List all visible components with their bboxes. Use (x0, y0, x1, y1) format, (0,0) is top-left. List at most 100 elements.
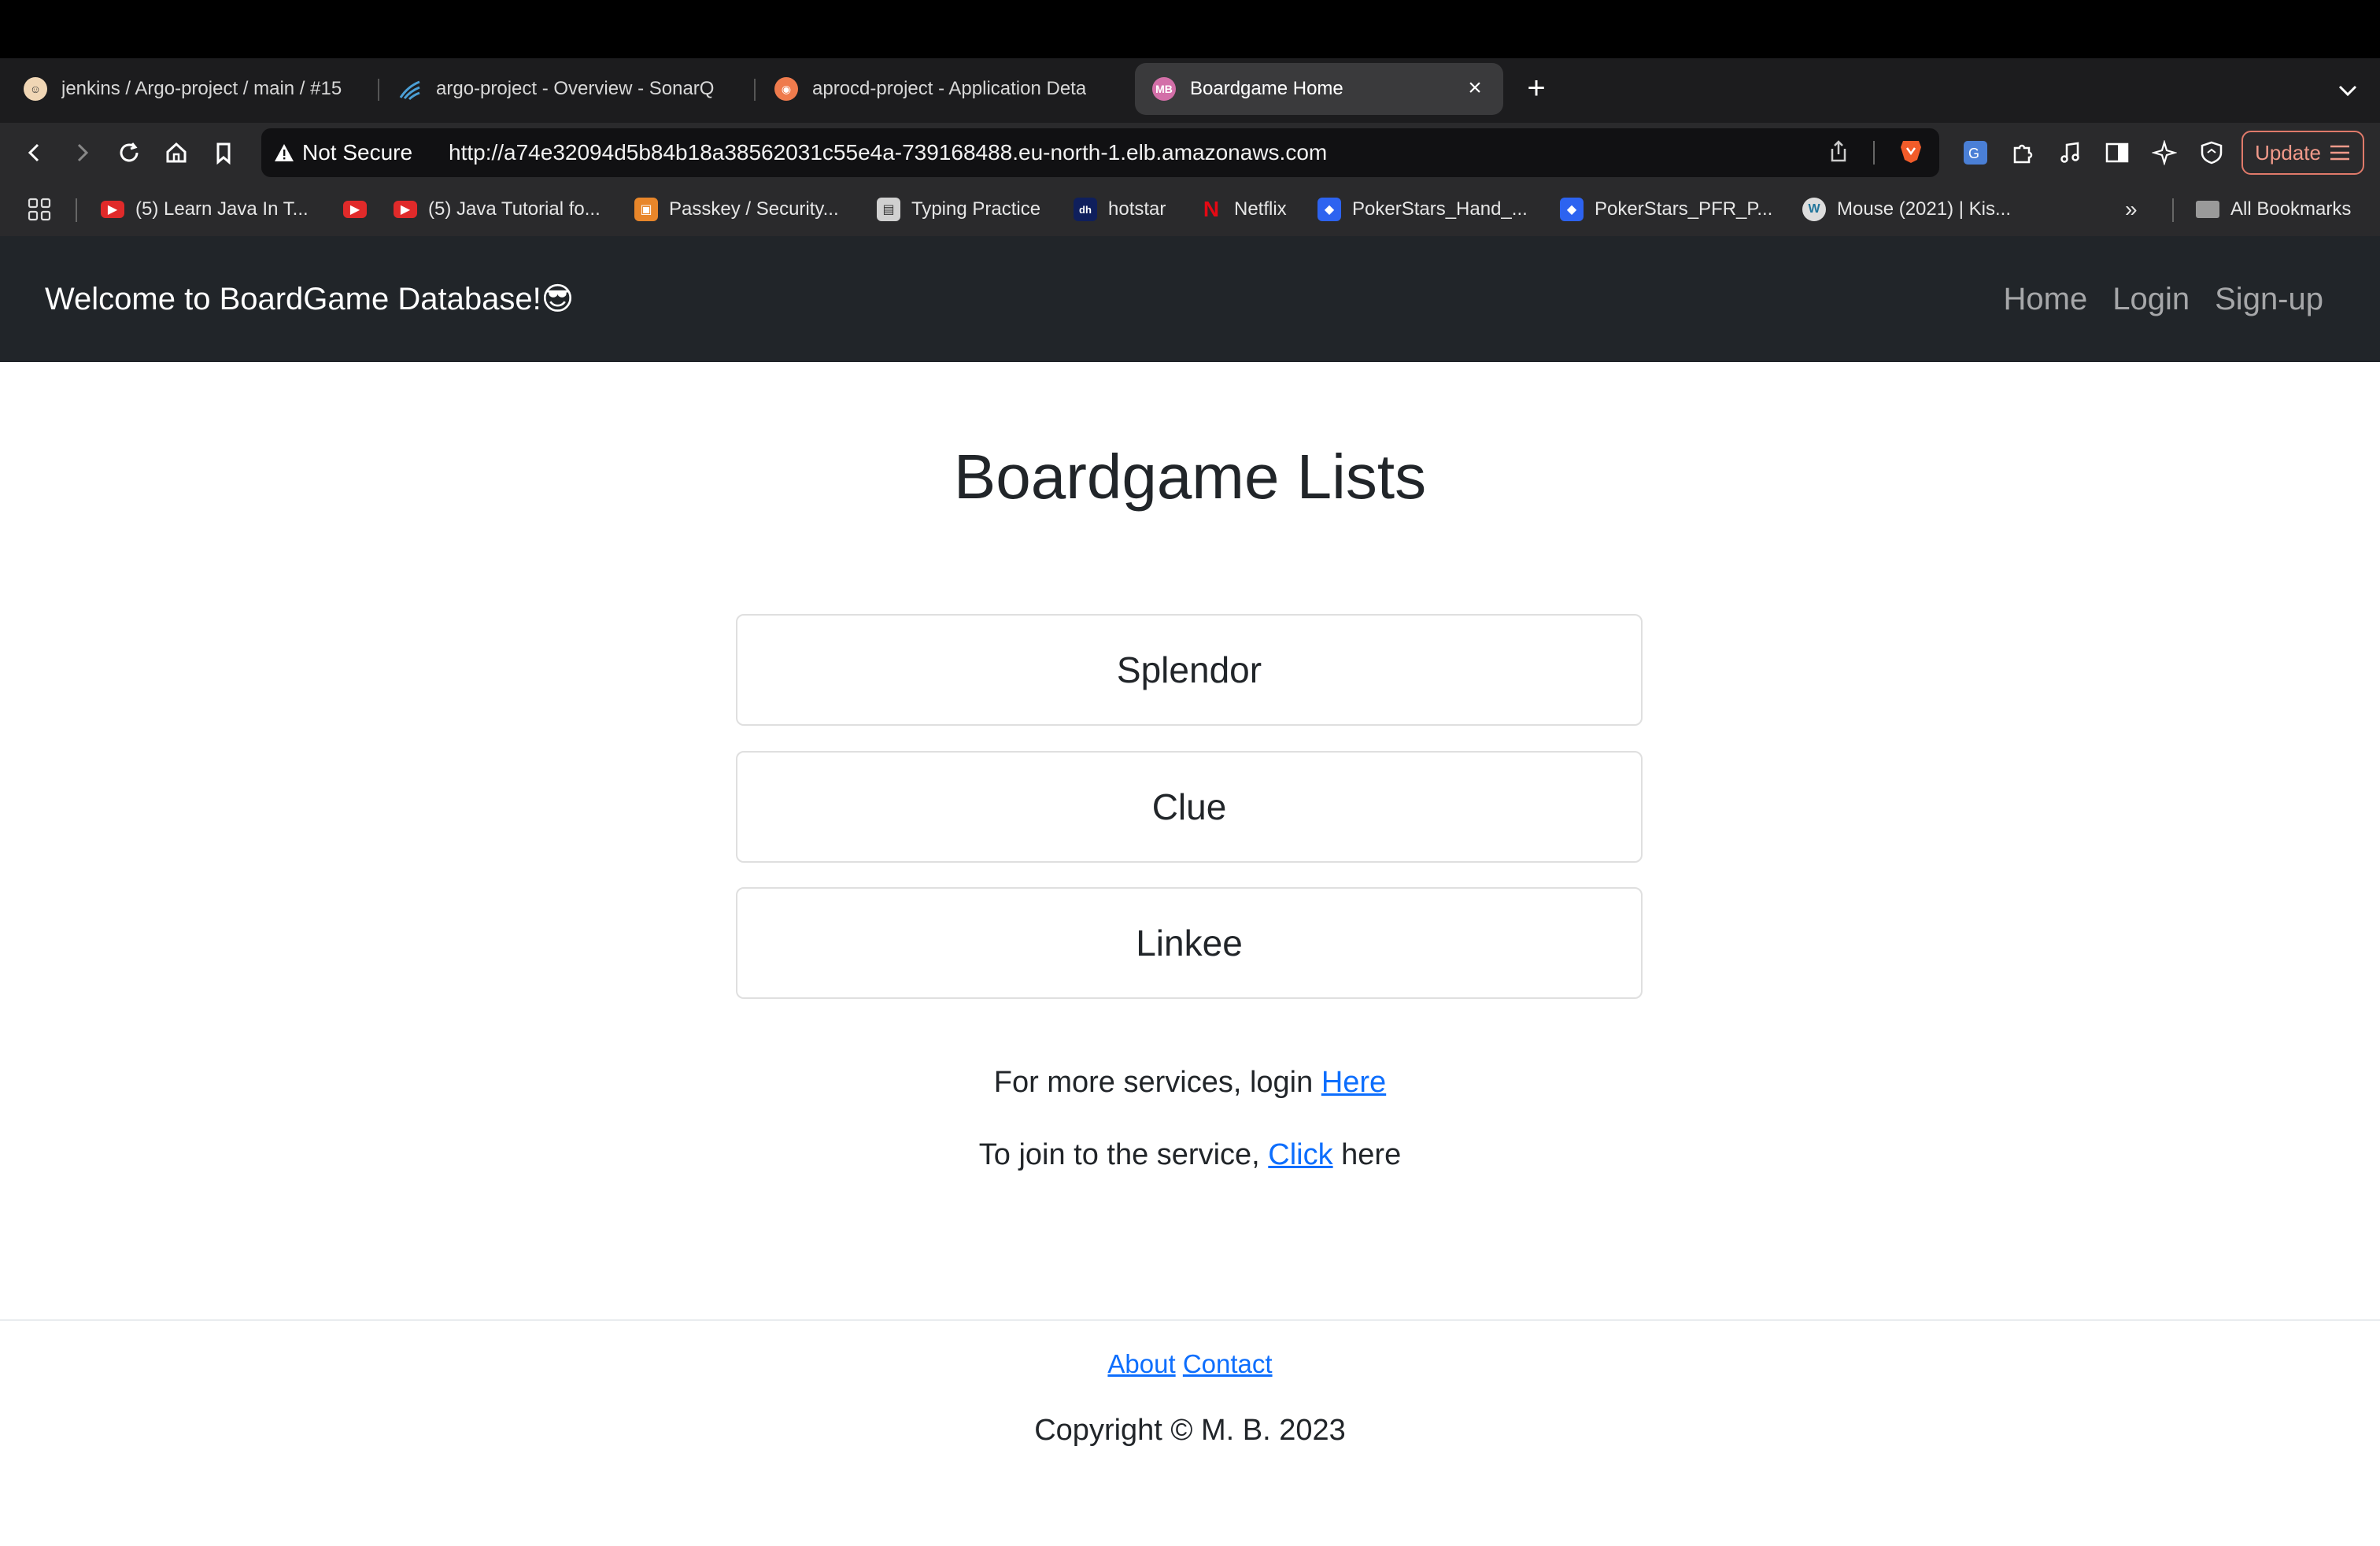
dropbox-icon: ◆ (1318, 198, 1341, 221)
bookmark-item[interactable]: ▤ Typing Practice (877, 183, 1040, 236)
game-card-splendor[interactable]: Splendor (736, 614, 1643, 726)
login-prompt-text: For more services, login (993, 1066, 1321, 1099)
tab-argocd[interactable]: ◉ aprocd-project - Application Deta (774, 63, 1114, 115)
youtube-icon: ▶ (343, 201, 367, 218)
forward-button[interactable] (66, 137, 98, 168)
bookmark-label: Passkey / Security... (669, 198, 839, 220)
nav-home-link[interactable]: Home (2004, 282, 2088, 317)
bookmark-item[interactable]: dh hotstar (1074, 183, 1166, 236)
youtube-icon: ▶ (101, 201, 124, 218)
tab-strip: ☺ jenkins / Argo-project / main / #15 ar… (0, 58, 2380, 123)
join-click-link[interactable]: Click (1268, 1138, 1332, 1171)
footer-divider (0, 1319, 2380, 1321)
tab-title: jenkins / Argo-project / main / #15 (61, 78, 342, 99)
menu-icon (2330, 145, 2349, 161)
all-bookmarks-label: All Bookmarks (2230, 198, 2352, 220)
security-label: Not Secure (302, 140, 413, 165)
game-card-linkee[interactable]: Linkee (736, 887, 1643, 999)
close-icon[interactable]: × (1461, 74, 1489, 102)
warning-icon (275, 144, 294, 161)
vpn-shield-icon[interactable] (2196, 137, 2227, 168)
keyboard-icon: ▤ (877, 198, 900, 221)
leo-ai-icon[interactable] (2149, 137, 2180, 168)
bookmark-item[interactable]: ◆ PokerStars_PFR_P... (1560, 183, 1772, 236)
site-brand[interactable]: Welcome to BoardGame Database!😎 (45, 236, 574, 362)
bookmark-icon[interactable] (208, 137, 239, 168)
address-bar[interactable]: Not Secure http://a74e32094d5b84b18a3856… (261, 128, 1939, 177)
page-title: Boardgame Lists (953, 442, 1427, 512)
chevron-down-icon[interactable] (2334, 77, 2361, 104)
box-icon: ▣ (634, 198, 658, 221)
url-text[interactable]: http://a74e32094d5b84b18a38562031c55e4a-… (449, 128, 1327, 177)
brave-shield-icon[interactable] (1898, 138, 1924, 168)
bookmarks-bar: ▶ (5) Learn Java In T... ▶ ▶ (5) Java Tu… (0, 183, 2380, 236)
extensions-icon[interactable] (2007, 137, 2038, 168)
translate-icon[interactable]: G (1960, 137, 1991, 168)
tab-title: aprocd-project - Application Deta (812, 78, 1087, 99)
tab-title: argo-project - Overview - SonarQ (436, 78, 715, 99)
copyright-text: Copyright © M. B. 2023 (1034, 1414, 1346, 1447)
bookmark-item[interactable]: ▶ (5) Learn Java In T... (101, 183, 309, 236)
join-prompt: To join to the service, Click here (0, 1138, 2380, 1172)
update-button[interactable]: Update (2241, 131, 2364, 175)
game-card-clue[interactable]: Clue (736, 751, 1643, 863)
system-top-bar (0, 0, 2380, 58)
all-bookmarks-item[interactable]: All Bookmarks (2196, 183, 2351, 236)
url-divider (1873, 141, 1875, 165)
bookmark-item[interactable]: ▣ Passkey / Security... (634, 183, 839, 236)
login-prompt: For more services, login Here (0, 1066, 2380, 1100)
login-here-link[interactable]: Here (1321, 1066, 1386, 1099)
tab-sonarqube[interactable]: argo-project - Overview - SonarQ (398, 63, 738, 115)
back-button[interactable] (19, 137, 50, 168)
bookmark-item[interactable]: ◆ PokerStars_Hand_... (1318, 183, 1528, 236)
more-bookmarks-icon[interactable]: » (2125, 183, 2138, 236)
bookmark-item[interactable]: W Mouse (2021) | Kis... (1802, 183, 2011, 236)
mb-icon: MB (1152, 77, 1176, 101)
share-icon[interactable] (1828, 139, 1850, 167)
bookmark-label: Netflix (1234, 198, 1287, 220)
bookmark-label: Typing Practice (911, 198, 1041, 220)
update-label: Update (2255, 140, 2321, 165)
url-actions (1828, 128, 1924, 177)
bookmark-separator (76, 198, 77, 222)
youtube-icon: ▶ (394, 201, 417, 218)
apps-icon[interactable] (27, 183, 52, 236)
tab-title: Boardgame Home (1190, 78, 1343, 99)
browser-toolbar: Not Secure http://a74e32094d5b84b18a3856… (0, 123, 2380, 183)
svg-text:G: G (1968, 146, 1979, 161)
bookmark-label: hotstar (1108, 198, 1166, 220)
new-tab-button[interactable]: + (1521, 72, 1552, 104)
music-icon[interactable] (2054, 137, 2086, 168)
nav-signup-link[interactable]: Sign-up (2215, 282, 2323, 317)
bookmark-label: PokerStars_PFR_P... (1595, 198, 1773, 220)
tab-separator (378, 79, 379, 101)
tab-jenkins[interactable]: ☺ jenkins / Argo-project / main / #15 (24, 63, 370, 115)
bookmark-item[interactable]: ▶ (343, 183, 367, 236)
home-icon[interactable] (161, 137, 192, 168)
tab-boardgame-home[interactable]: MB Boardgame Home × (1135, 63, 1503, 115)
bookmark-item[interactable]: N Netflix (1199, 183, 1287, 236)
jenkins-icon: ☺ (24, 77, 47, 101)
contact-link[interactable]: Contact (1183, 1349, 1273, 1378)
hotstar-icon: dh (1074, 198, 1097, 221)
nav-login-link[interactable]: Login (2112, 282, 2190, 317)
bookmark-label: PokerStars_Hand_... (1352, 198, 1528, 220)
bookmark-separator (2172, 198, 2174, 222)
bookmark-label: (5) Java Tutorial fo... (428, 198, 601, 220)
site-navbar: Welcome to BoardGame Database!😎 Home Log… (0, 236, 2380, 362)
bookmark-label: Mouse (2021) | Kis... (1837, 198, 2011, 220)
security-indicator[interactable]: Not Secure (274, 128, 412, 177)
folder-icon (2196, 201, 2219, 218)
site-nav-links: Home Login Sign-up (2004, 236, 2323, 362)
sonarqube-icon (398, 77, 422, 101)
join-prompt-suffix: here (1332, 1138, 1402, 1171)
argo-icon: ◉ (774, 77, 798, 101)
join-prompt-text: To join to the service, (978, 1138, 1269, 1171)
reload-icon[interactable] (113, 137, 145, 168)
netflix-icon: N (1203, 197, 1220, 221)
bookmark-item[interactable]: ▶ (5) Java Tutorial fo... (394, 183, 601, 236)
dropbox-icon: ◆ (1560, 198, 1584, 221)
sidebar-icon[interactable] (2101, 137, 2133, 168)
about-link[interactable]: About (1107, 1349, 1175, 1378)
wordpress-icon: W (1802, 198, 1826, 221)
